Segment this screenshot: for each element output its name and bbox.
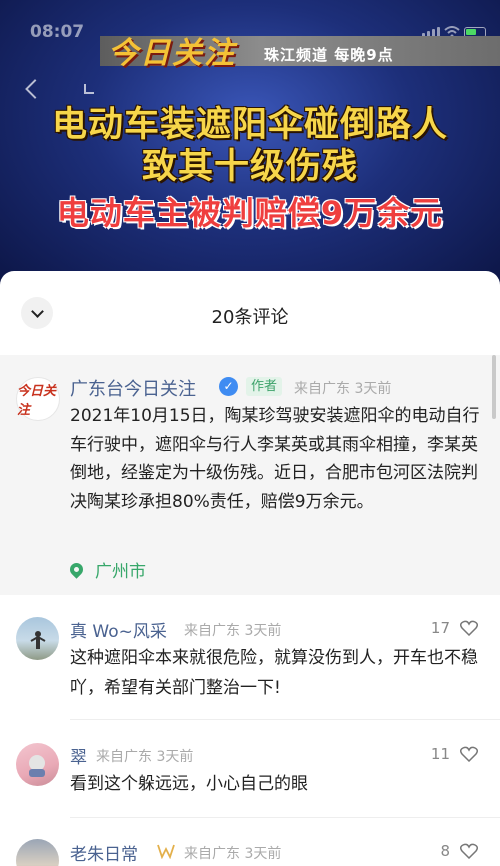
- comment-author[interactable]: 翠: [70, 743, 87, 768]
- program-logo: 今日关注: [108, 36, 236, 71]
- location-label: 广州市: [95, 562, 146, 582]
- comments-count-title: 20条评论: [211, 307, 289, 328]
- divider: [70, 817, 500, 818]
- post-meta: 来自广东 3天前: [294, 381, 392, 397]
- like-count: 17: [430, 619, 450, 637]
- status-bar: 08:07: [0, 0, 500, 42]
- program-channel: 珠江频道 每晚9点: [264, 46, 394, 64]
- scrollbar[interactable]: [492, 355, 496, 419]
- comment-meta: 来自广东 3天前: [184, 846, 282, 862]
- video-headline-2: 致其十级伤残: [141, 147, 358, 187]
- location-tag[interactable]: 广州市: [67, 557, 146, 582]
- comment-text: 这种遮阳伞本来就很危险，就算没伤到人，开车也不稳吖，希望有关部门整治一下!: [70, 648, 478, 698]
- status-time: 08:07: [30, 22, 85, 42]
- author-badge: 作者: [246, 377, 283, 396]
- like-count: 8: [440, 842, 450, 860]
- avatar[interactable]: [16, 617, 59, 660]
- location-pin-icon: [67, 560, 86, 579]
- video-headline-3: 电动车主被判赔偿9万余元: [56, 194, 444, 232]
- verified-icon: ✓: [219, 377, 238, 396]
- comment-meta: 来自广东 3天前: [96, 749, 194, 765]
- heart-icon[interactable]: [460, 746, 478, 762]
- divider: [70, 719, 500, 720]
- video-player[interactable]: 08:07 今日关注 珠江频道 每晚9点 电动车装遮阳伞碰倒路人 致其十级伤残 …: [0, 0, 500, 290]
- comment-item: 真 Wo~风采 来自广东 3天前 17 这种遮阳伞本来就很危险，就算没伤到人，开…: [0, 595, 500, 720]
- sheet-header: 20条评论: [0, 271, 500, 355]
- author-post: 今日关注 广东台今日关注 ✓ 作者 来自广东 3天前 2021年10月15日，陶…: [0, 355, 500, 595]
- comments-sheet: 20条评论 今日关注 广东台今日关注 ✓ 作者 来自广东 3天前 2021年10…: [0, 271, 500, 866]
- comment-meta: 来自广东 3天前: [184, 623, 282, 639]
- minimize-icon[interactable]: [84, 84, 94, 94]
- comment-author[interactable]: 真 Wo~风采: [70, 617, 167, 642]
- post-body: 2021年10月15日，陶某珍驾驶安装遮阳伞的电动自行车行驶中，遮阳伞与行人李某…: [70, 406, 480, 512]
- avatar[interactable]: [16, 839, 59, 866]
- heart-icon[interactable]: [460, 620, 478, 636]
- avatar[interactable]: 今日关注: [16, 377, 60, 421]
- comment-text: 看到这个躲远远，小心自己的眼: [70, 774, 308, 794]
- comment-author[interactable]: 老朱日常: [70, 840, 138, 865]
- comment-item: 翠 来自广东 3天前 11 看到这个躲远远，小心自己的眼: [0, 721, 500, 821]
- post-author-name[interactable]: 广东台今日关注: [70, 375, 196, 401]
- vip-badge-icon: [157, 844, 175, 859]
- like-count: 11: [430, 745, 450, 763]
- heart-icon[interactable]: [460, 843, 478, 859]
- avatar[interactable]: [16, 743, 59, 786]
- comment-item: 老朱日常 来自广东 3天前 8: [0, 819, 500, 866]
